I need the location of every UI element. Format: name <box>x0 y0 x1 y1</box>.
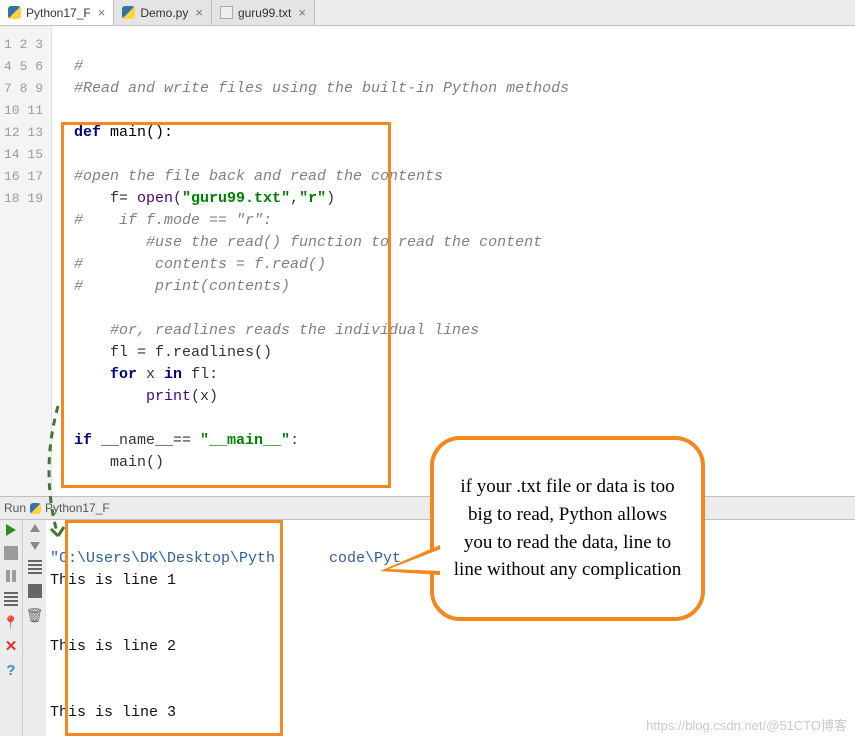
tab-guru99[interactable]: guru99.txt × <box>212 0 315 25</box>
pin-icon[interactable]: 📍 <box>3 616 19 631</box>
up-icon[interactable] <box>30 524 40 532</box>
run-icon[interactable] <box>6 524 16 536</box>
tab-python17f[interactable]: Python17_F × <box>0 0 114 25</box>
console-line: This is line 2 <box>50 638 176 655</box>
python-icon <box>122 6 135 19</box>
tab-label: Python17_F <box>26 6 91 20</box>
layout-icon[interactable] <box>4 592 18 606</box>
trash-icon[interactable]: 🗑 <box>26 608 44 625</box>
python-icon <box>8 6 21 19</box>
callout-text: if your .txt file or data is too big to … <box>452 473 683 583</box>
text-file-icon <box>220 6 233 19</box>
console-line: This is line 3 <box>50 704 176 721</box>
down-icon[interactable] <box>30 542 40 550</box>
annotation-callout: if your .txt file or data is too big to … <box>430 436 705 621</box>
fold-column <box>52 26 72 496</box>
tab-label: guru99.txt <box>238 6 291 20</box>
stop-icon[interactable] <box>4 546 18 560</box>
tab-demo[interactable]: Demo.py × <box>114 0 212 25</box>
close-icon[interactable]: × <box>96 5 106 20</box>
console-line: This is line 1 <box>50 572 176 589</box>
tab-label: Demo.py <box>140 6 188 20</box>
close-icon[interactable]: ✕ <box>5 641 18 655</box>
run-panel-header: Run Python17_F <box>0 496 855 520</box>
print-icon[interactable] <box>28 584 42 598</box>
code-area[interactable]: # #Read and write files using the built-… <box>72 26 855 496</box>
python-icon <box>30 503 41 514</box>
watermark: https://blog.csdn.net/@51CTO博客 <box>646 715 847 734</box>
run-toolbar-left: 📍 ✕ ? <box>0 520 22 736</box>
line-number-gutter: 1 2 3 4 5 6 7 8 9 10 11 12 13 14 15 16 1… <box>0 26 52 496</box>
run-toolbar-inner: 🗑 <box>22 520 46 736</box>
close-icon[interactable]: × <box>193 5 203 20</box>
close-icon[interactable]: × <box>296 5 306 20</box>
run-label: Run <box>4 501 26 515</box>
editor-tabs: Python17_F × Demo.py × guru99.txt × <box>0 0 855 26</box>
run-config-name: Python17_F <box>45 501 110 515</box>
soft-wrap-icon[interactable] <box>28 560 42 574</box>
console-path: "C:\Users\DK\Desktop\Pyth code\Pyt <box>50 550 401 567</box>
pause-icon[interactable] <box>6 570 16 582</box>
help-icon[interactable]: ? <box>6 665 15 679</box>
code-editor[interactable]: 1 2 3 4 5 6 7 8 9 10 11 12 13 14 15 16 1… <box>0 26 855 496</box>
